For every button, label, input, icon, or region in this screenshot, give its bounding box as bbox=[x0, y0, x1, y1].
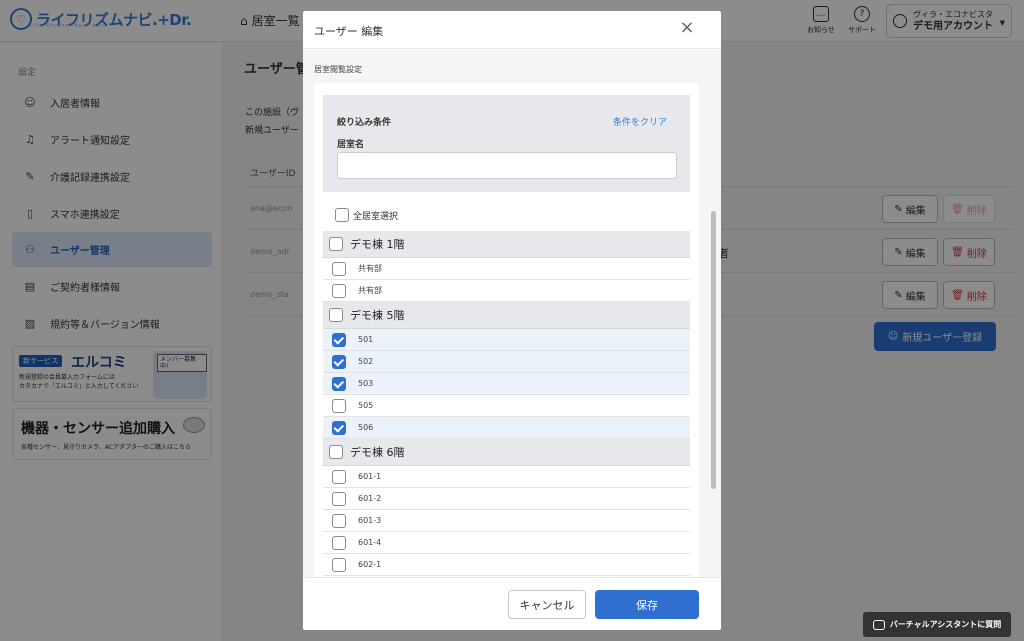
room-settings-panel: 絞り込み条件 条件をクリア 居室名 全居室選択 デモ棟 1階 共有部 共有部 デモ棟 … bbox=[314, 83, 699, 577]
room-label: 503 bbox=[358, 379, 374, 388]
room-group-header[interactable]: デモ棟 5階 bbox=[323, 302, 690, 329]
room-checkbox[interactable] bbox=[332, 535, 346, 550]
select-all-label: 全居室選択 bbox=[353, 211, 399, 222]
room-group-header[interactable]: デモ棟 1階 bbox=[323, 231, 690, 258]
filter-label: 絞り込み条件 bbox=[337, 118, 392, 128]
room-label: 505 bbox=[358, 401, 374, 410]
room-checkbox[interactable] bbox=[332, 332, 346, 347]
room-checkbox[interactable] bbox=[332, 283, 346, 298]
room-checkbox[interactable] bbox=[332, 491, 346, 506]
room-label: 601-2 bbox=[358, 494, 382, 503]
room-row[interactable]: 501 bbox=[323, 329, 690, 351]
room-checkbox[interactable] bbox=[332, 398, 346, 413]
room-checkbox[interactable] bbox=[332, 420, 346, 435]
virtual-assistant-label: バーチャルアシスタントに質問 bbox=[889, 620, 1002, 629]
room-row[interactable]: 505 bbox=[323, 395, 690, 417]
room-checkbox[interactable] bbox=[332, 469, 346, 484]
edit-user-dialog: ユーザー 編集 × 居室閲覧設定 絞り込み条件 条件をクリア 居室名 全居室選択… bbox=[303, 11, 721, 630]
group-checkbox[interactable] bbox=[329, 308, 343, 322]
room-label: 602-1 bbox=[358, 560, 382, 569]
virtual-assistant-button[interactable]: バーチャルアシスタントに質問 bbox=[863, 612, 1011, 637]
room-checkbox[interactable] bbox=[332, 513, 346, 528]
save-button[interactable]: 保存 bbox=[595, 590, 699, 619]
select-all-rooms[interactable]: 全居室選択 bbox=[335, 208, 398, 222]
room-row[interactable]: 506 bbox=[323, 417, 690, 439]
room-row[interactable]: 601-1 bbox=[323, 466, 690, 488]
filter-box: 絞り込み条件 条件をクリア 居室名 bbox=[323, 95, 690, 192]
room-row[interactable]: 共有部 bbox=[323, 280, 690, 302]
close-icon[interactable]: × bbox=[678, 19, 696, 37]
room-row[interactable]: 共有部 bbox=[323, 258, 690, 280]
room-label: 601-1 bbox=[358, 472, 382, 481]
room-checkbox[interactable] bbox=[332, 376, 346, 391]
dialog-title: ユーザー 編集 bbox=[314, 25, 384, 38]
room-row[interactable]: 602-1 bbox=[323, 554, 690, 576]
room-label: 601-3 bbox=[358, 516, 382, 525]
room-group-label: デモ棟 6階 bbox=[350, 446, 405, 459]
room-group-label: デモ棟 1階 bbox=[350, 238, 405, 251]
room-name-input[interactable] bbox=[337, 152, 677, 179]
select-all-checkbox[interactable] bbox=[335, 208, 349, 222]
room-name-label: 居室名 bbox=[337, 140, 365, 150]
room-row[interactable]: 601-3 bbox=[323, 510, 690, 532]
room-label: 501 bbox=[358, 335, 374, 344]
dialog-footer: キャンセル 保存 bbox=[303, 577, 721, 630]
room-row[interactable]: 601-2 bbox=[323, 488, 690, 510]
room-label: 502 bbox=[358, 357, 374, 366]
dialog-scrollbar[interactable] bbox=[711, 211, 716, 489]
cancel-button[interactable]: キャンセル bbox=[508, 590, 586, 619]
room-row[interactable]: 601-4 bbox=[323, 532, 690, 554]
room-label: 506 bbox=[358, 423, 374, 432]
room-view-settings-title: 居室閲覧設定 bbox=[314, 65, 362, 74]
room-label: 共有部 bbox=[358, 286, 382, 295]
group-checkbox[interactable] bbox=[329, 445, 343, 459]
room-row[interactable]: 503 bbox=[323, 373, 690, 395]
dialog-body: 居室閲覧設定 絞り込み条件 条件をクリア 居室名 全居室選択 デモ棟 1階共有部… bbox=[303, 50, 721, 577]
room-group-header[interactable]: デモ棟 6階 bbox=[323, 439, 690, 466]
room-checkbox[interactable] bbox=[332, 354, 346, 369]
room-label: 601-4 bbox=[358, 538, 382, 547]
room-checkbox[interactable] bbox=[332, 261, 346, 276]
robot-icon bbox=[872, 619, 885, 630]
room-group-label: デモ棟 5階 bbox=[350, 309, 405, 322]
room-row[interactable]: 502 bbox=[323, 351, 690, 373]
clear-filter-link[interactable]: 条件をクリア bbox=[613, 115, 667, 128]
room-checkbox[interactable] bbox=[332, 557, 346, 572]
room-label: 共有部 bbox=[358, 264, 382, 273]
room-list: デモ棟 1階 共有部 共有部 デモ棟 5階 501 502 503 505 506 デモ棟 6階 6… bbox=[323, 231, 690, 576]
group-checkbox[interactable] bbox=[329, 237, 343, 251]
dialog-header: ユーザー 編集 × bbox=[303, 11, 721, 49]
